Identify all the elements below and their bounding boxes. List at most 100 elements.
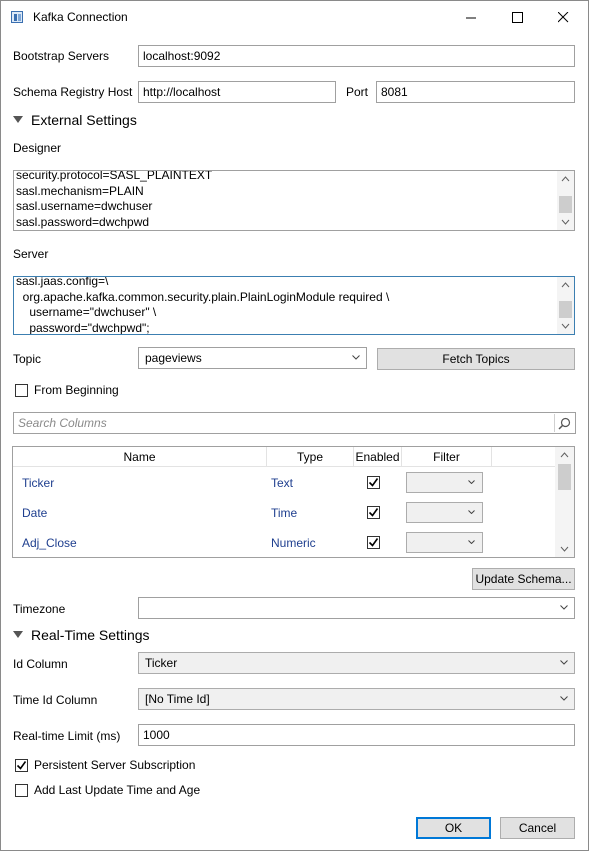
maximize-icon [511, 11, 523, 23]
chevron-down-icon [560, 696, 568, 701]
designer-scrollbar[interactable] [557, 171, 574, 230]
scroll-thumb[interactable] [559, 301, 572, 318]
chevron-down-icon [560, 660, 568, 665]
row-enabled-checkbox[interactable] [367, 506, 380, 519]
chevron-down-icon [468, 510, 475, 514]
scroll-up-icon[interactable] [555, 447, 574, 463]
search-icon [557, 417, 570, 430]
time-id-column-label: Time Id Column [13, 693, 98, 707]
row-name: Adj_Close [22, 536, 77, 550]
column-header-type[interactable]: Type [267, 447, 354, 467]
topic-combobox[interactable]: pageviews [138, 347, 367, 369]
row-name: Date [22, 506, 48, 520]
designer-line: security.protocol=SASL_PLAINTEXT [16, 170, 213, 182]
chevron-down-icon [352, 355, 360, 360]
scroll-down-icon[interactable] [555, 541, 574, 557]
checkmark-icon [368, 478, 379, 487]
realtime-settings-header: Real-Time Settings [31, 627, 150, 643]
chevron-down-icon [468, 540, 475, 544]
schema-registry-host-input[interactable]: http://localhost [138, 81, 336, 103]
search-columns-input[interactable]: Search Columns [13, 412, 576, 434]
columns-grid: Name Type Enabled Filter Ticker Text Dat… [12, 446, 575, 558]
scroll-thumb[interactable] [559, 196, 572, 213]
id-column-value: Ticker [145, 656, 178, 670]
ok-button[interactable]: OK [416, 817, 491, 839]
fetch-topics-button[interactable]: Fetch Topics [377, 348, 575, 370]
bootstrap-servers-label: Bootstrap Servers [13, 49, 110, 63]
external-settings-header: External Settings [31, 112, 137, 128]
update-schema-button[interactable]: Update Schema... [472, 568, 575, 590]
designer-line: sasl.password=dwchpwd [16, 214, 150, 229]
scroll-thumb[interactable] [558, 464, 571, 490]
port-input[interactable]: 8081 [376, 81, 575, 103]
row-filter-combobox[interactable] [406, 472, 483, 493]
row-type: Time [271, 506, 298, 520]
schema-registry-host-label: Schema Registry Host [13, 85, 133, 99]
collapse-triangle-icon [13, 631, 23, 638]
realtime-limit-label: Real-time Limit (ms) [13, 729, 121, 743]
row-enabled-checkbox[interactable] [367, 536, 380, 549]
server-line: username="dwchuser" \ [16, 305, 157, 319]
persistent-subscription-checkbox[interactable] [15, 759, 28, 772]
grid-scrollbar[interactable] [555, 447, 574, 557]
kafka-connection-dialog: Kafka Connection Bootstrap Servers local… [0, 0, 589, 851]
from-beginning-checkbox[interactable] [15, 384, 28, 397]
table-row[interactable]: Adj_Close Numeric [13, 528, 556, 557]
server-line: sasl.jaas.config=\ [16, 276, 109, 288]
from-beginning-label: From Beginning [34, 383, 119, 397]
chevron-down-icon [468, 480, 475, 484]
scroll-down-icon[interactable] [557, 318, 574, 334]
topic-value: pageviews [145, 351, 202, 365]
column-header-enabled[interactable]: Enabled [354, 447, 402, 467]
collapse-triangle-icon [13, 116, 23, 123]
scroll-up-icon[interactable] [557, 171, 574, 187]
search-button[interactable] [554, 414, 573, 432]
server-line: password="dwchpwd"; [16, 320, 150, 335]
window-title: Kafka Connection [33, 10, 128, 24]
table-row[interactable]: Date Time [13, 498, 556, 528]
add-last-update-checkbox[interactable] [15, 784, 28, 797]
row-filter-combobox[interactable] [406, 532, 483, 553]
bootstrap-servers-input[interactable]: localhost:9092 [138, 45, 575, 67]
scroll-up-icon[interactable] [557, 277, 574, 293]
id-column-label: Id Column [13, 657, 68, 671]
time-id-column-combobox[interactable]: [No Time Id] [138, 688, 575, 710]
server-label: Server [13, 247, 49, 261]
realtime-settings-expander[interactable]: Real-Time Settings [13, 627, 150, 643]
close-button[interactable] [540, 1, 586, 33]
id-column-combobox[interactable]: Ticker [138, 652, 575, 674]
column-header-filter[interactable]: Filter [402, 447, 492, 467]
column-header-name[interactable]: Name [13, 447, 267, 467]
chevron-down-icon [560, 605, 568, 610]
scroll-down-icon[interactable] [557, 214, 574, 230]
designer-label: Designer [13, 141, 62, 155]
server-scrollbar[interactable] [557, 277, 574, 334]
port-label: Port [346, 85, 369, 99]
timezone-combobox[interactable] [138, 597, 575, 619]
table-row[interactable]: Ticker Text [13, 468, 556, 498]
row-type: Text [271, 476, 294, 490]
designer-line: sasl.username=dwchuser [16, 199, 153, 213]
add-last-update-label: Add Last Update Time and Age [34, 783, 201, 797]
server-textarea[interactable]: sasl.jaas.config=\ org.apache.kafka.comm… [13, 276, 575, 335]
server-line: org.apache.kafka.common.security.plain.P… [16, 289, 390, 304]
row-filter-combobox[interactable] [406, 502, 483, 523]
row-enabled-checkbox[interactable] [367, 476, 380, 489]
designer-textarea[interactable]: security.protocol=SASL_PLAINTEXT sasl.me… [13, 170, 575, 231]
minimize-icon [465, 17, 476, 18]
cancel-button[interactable]: Cancel [500, 817, 575, 839]
close-icon [557, 11, 568, 22]
external-settings-expander[interactable]: External Settings [13, 112, 137, 128]
row-type: Numeric [271, 536, 316, 550]
app-icon [11, 11, 23, 23]
title-bar: Kafka Connection [1, 1, 588, 33]
designer-line: sasl.mechanism=PLAIN [16, 183, 144, 198]
column-header-filler [492, 447, 556, 467]
maximize-button[interactable] [494, 1, 540, 33]
checkmark-icon [368, 508, 379, 517]
minimize-button[interactable] [448, 1, 494, 33]
row-name: Ticker [22, 476, 55, 490]
checkmark-icon [368, 538, 379, 547]
realtime-limit-input[interactable]: 1000 [138, 724, 575, 746]
persistent-subscription-label: Persistent Server Subscription [34, 758, 196, 772]
